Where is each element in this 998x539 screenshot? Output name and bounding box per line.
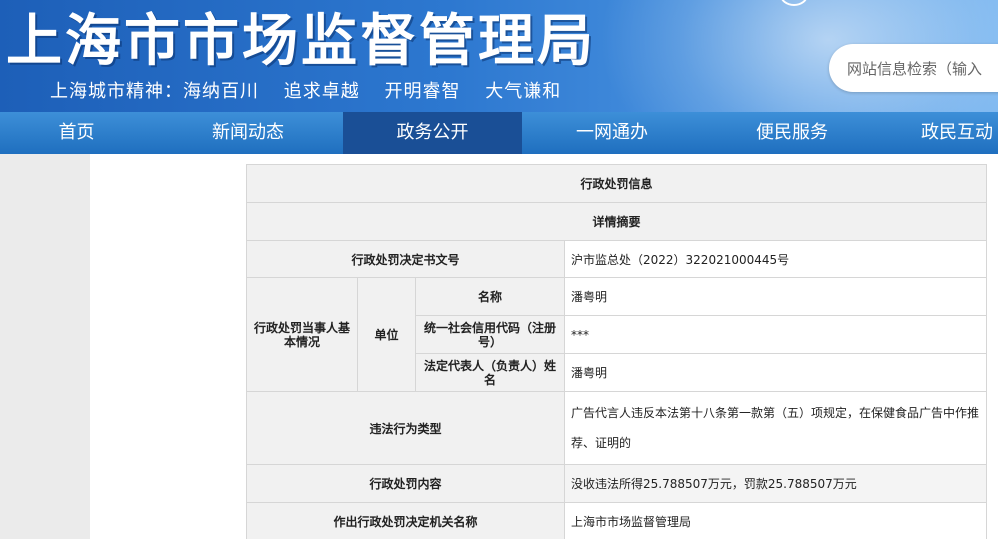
credit-code-value: *** bbox=[563, 315, 988, 354]
penalty-info-table: 行政处罚信息 详情摘要 行政处罚决定书文号 沪市监总处（2022）3220210… bbox=[245, 164, 988, 539]
credit-code-label: 统一社会信用代码（注册号） bbox=[415, 315, 565, 354]
name-value: 潘粤明 bbox=[563, 277, 988, 316]
unit-label: 单位 bbox=[357, 277, 416, 392]
violation-type-value: 广告代言人违反本法第十八条第一款第（五）项规定，在保健食品广告中作推荐、证明的 bbox=[563, 391, 988, 465]
authority-value: 上海市市场监督管理局 bbox=[563, 502, 988, 539]
legal-rep-label: 法定代表人（负责人）姓名 bbox=[415, 353, 565, 392]
slogan-part: 开明睿智 bbox=[384, 81, 461, 102]
party-info-label: 行政处罚当事人基本情况 bbox=[246, 277, 358, 392]
nav-item-interaction[interactable]: 政民互动 bbox=[882, 112, 998, 154]
legal-rep-value: 潘粤明 bbox=[563, 353, 988, 392]
doc-number-label: 行政处罚决定书文号 bbox=[246, 240, 565, 278]
table-title: 行政处罚信息 bbox=[245, 164, 988, 203]
site-header: 上海市市场监督管理局 上海城市精神：海纳百川 追求卓越 开明睿智 大气谦和 bbox=[0, 0, 998, 112]
penalty-content-value: 没收违法所得25.788507万元，罚款25.788507万元 bbox=[563, 464, 988, 503]
authority-label: 作出行政处罚决定机关名称 bbox=[246, 502, 565, 539]
nav-item-news[interactable]: 新闻动态 bbox=[153, 112, 343, 154]
slogan-part: 大气谦和 bbox=[485, 81, 562, 102]
violation-type-label: 违法行为类型 bbox=[246, 391, 565, 465]
slogan-part: 上海城市精神：海纳百川 bbox=[50, 81, 259, 102]
content-panel: 行政处罚信息 详情摘要 行政处罚决定书文号 沪市监总处（2022）3220210… bbox=[90, 154, 998, 539]
nav-item-public-service[interactable]: 便民服务 bbox=[702, 112, 882, 154]
site-search-box[interactable] bbox=[829, 44, 998, 92]
nav-item-home[interactable]: 首页 bbox=[0, 112, 153, 154]
site-search-input[interactable] bbox=[845, 56, 998, 82]
table-subtitle: 详情摘要 bbox=[245, 202, 988, 241]
left-margin bbox=[0, 154, 90, 539]
penalty-content-label: 行政处罚内容 bbox=[246, 464, 565, 503]
nav-item-government-affairs[interactable]: 政务公开 bbox=[343, 112, 522, 154]
name-label: 名称 bbox=[415, 277, 565, 316]
site-title: 上海市市场监督管理局 bbox=[6, 9, 596, 74]
doc-number-value: 沪市监总处（2022）322021000445号 bbox=[563, 240, 988, 278]
city-slogan: 上海城市精神：海纳百川 追求卓越 开明睿智 大气谦和 bbox=[50, 77, 579, 103]
slogan-part: 追求卓越 bbox=[283, 81, 360, 102]
nav-item-one-stop-service[interactable]: 一网通办 bbox=[522, 112, 702, 154]
main-nav: 首页 新闻动态 政务公开 一网通办 便民服务 政民互动 bbox=[0, 112, 998, 154]
